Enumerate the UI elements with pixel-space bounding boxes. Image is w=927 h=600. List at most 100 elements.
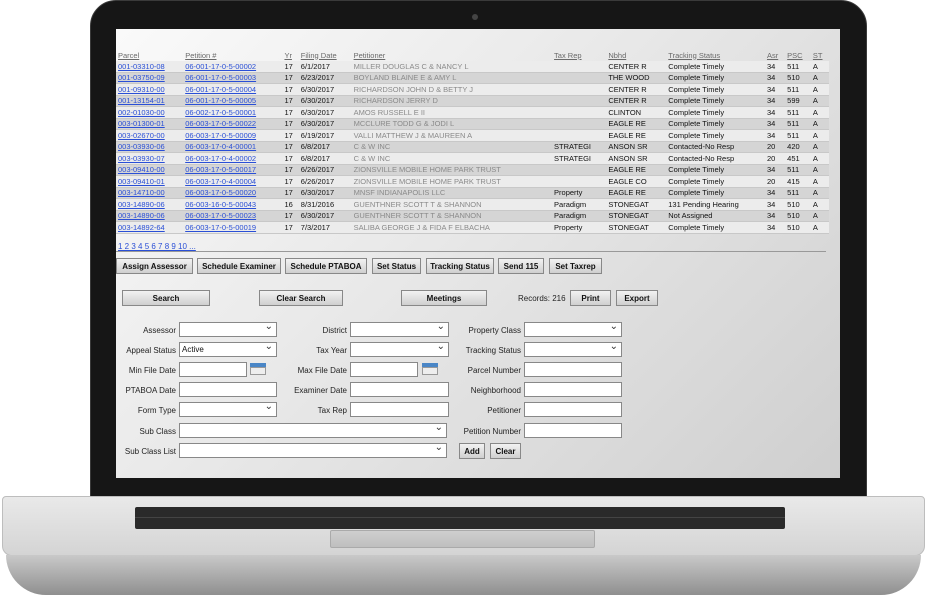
form-type-select[interactable] xyxy=(179,400,277,417)
assign-assessor-button[interactable]: Assign Assessor xyxy=(116,258,193,274)
calendar-icon[interactable] xyxy=(250,363,266,375)
table-cell: 20 xyxy=(764,152,786,165)
petition-link[interactable]: 06-003-17-0-5-00020 xyxy=(183,187,283,199)
petition-link[interactable]: 06-003-16-0-5-00043 xyxy=(183,198,283,211)
column-header[interactable]: Tracking Status xyxy=(666,49,765,61)
sub-class-select[interactable] xyxy=(179,421,447,438)
schedule-examiner-button[interactable]: Schedule Examiner xyxy=(197,258,281,274)
table-row[interactable]: 003-03930-06 06-003-17-0-4-00001 17 6/8/201… xyxy=(116,141,829,153)
examiner-date-input[interactable] xyxy=(350,382,449,397)
parcel-link[interactable]: 003-14892-64 xyxy=(116,221,184,234)
district-select[interactable] xyxy=(350,320,449,337)
table-row[interactable]: 003-01300-01 06-003-17-0-5-00022 17 6/30/20… xyxy=(116,118,829,130)
table-cell: CLINTON xyxy=(606,106,667,119)
column-header[interactable]: Nbhd xyxy=(606,49,666,61)
parcel-link[interactable]: 003-14890-06 xyxy=(116,210,184,222)
parcel-link[interactable]: 001-13154-01 xyxy=(116,95,184,107)
clear-search-button[interactable]: Clear Search xyxy=(259,290,343,306)
tax-year-select[interactable] xyxy=(350,340,449,357)
property-class-select[interactable] xyxy=(524,320,622,337)
table-cell: 34 xyxy=(764,221,786,234)
parcel-link[interactable]: 003-09410-01 xyxy=(116,175,184,188)
petition-link[interactable]: 06-003-17-0-5-00023 xyxy=(183,210,283,222)
table-row[interactable]: 001-09310-00 06-001-17-0-5-00004 17 6/30/20… xyxy=(116,83,829,96)
petition-link[interactable]: 06-001-17-0-5-00005 xyxy=(183,95,283,107)
schedule-ptaboa-button[interactable]: Schedule PTABOA xyxy=(285,258,367,274)
parcel-link[interactable]: 003-14890-06 xyxy=(116,198,184,211)
table-row[interactable]: 003-03930-07 06-003-17-0-4-00002 17 6/8/201… xyxy=(116,152,829,165)
parcel-link[interactable]: 003-02670-00 xyxy=(116,129,184,142)
assessor-select[interactable] xyxy=(179,320,277,337)
tracking-status-button[interactable]: Tracking Status xyxy=(426,258,494,274)
min-file-date-input[interactable] xyxy=(179,362,247,377)
petition-link[interactable]: 06-003-17-0-5-00009 xyxy=(183,129,283,142)
petition-link[interactable]: 06-003-17-0-5-00017 xyxy=(183,164,283,176)
tracking-status-select[interactable] xyxy=(524,340,622,357)
parcel-link[interactable]: 003-09410-00 xyxy=(116,164,184,176)
table-cell: 511 xyxy=(785,61,811,73)
appeal-status-select[interactable]: Active xyxy=(179,340,277,357)
column-header[interactable]: Asr xyxy=(765,49,785,61)
meetings-button[interactable]: Meetings xyxy=(401,290,487,306)
column-header[interactable]: Petition # xyxy=(183,49,282,61)
send-115-button[interactable]: Send 115 xyxy=(498,258,544,274)
table-row[interactable]: 002-01030-00 06-002-17-0-5-00001 17 6/30/20… xyxy=(116,106,829,119)
petition-link[interactable]: 06-001-17-0-5-00003 xyxy=(183,72,283,84)
table-row[interactable]: 003-02670-00 06-003-17-0-5-00009 17 6/19/20… xyxy=(116,129,829,142)
petition-link[interactable]: 06-003-17-0-4-00004 xyxy=(183,175,283,188)
parcel-link[interactable]: 001-03750-09 xyxy=(116,72,184,84)
parcel-link[interactable]: 001-09310-00 xyxy=(116,83,184,96)
column-header[interactable]: Yr xyxy=(282,49,298,61)
ptaboa-date-input[interactable] xyxy=(179,382,277,397)
petition-link[interactable]: 06-003-17-0-4-00002 xyxy=(183,152,283,165)
parcel-link[interactable]: 001-03310-08 xyxy=(116,61,184,73)
table-cell: SALIBA GEORGE J & FIDA F ELBACHA xyxy=(351,221,553,234)
parcel-link[interactable]: 003-03930-07 xyxy=(116,152,184,165)
search-button[interactable]: Search xyxy=(122,290,210,306)
export-button[interactable]: Export xyxy=(616,290,658,306)
parcel-number-input[interactable] xyxy=(524,362,622,377)
set-status-button[interactable]: Set Status xyxy=(372,258,421,274)
table-row[interactable]: 001-03310-08 06-001-17-0-5-00002 17 6/1/201… xyxy=(116,61,829,73)
table-row[interactable]: 003-14890-06 06-003-17-0-5-00023 17 6/30/20… xyxy=(116,210,829,222)
parcel-link[interactable]: 003-14710-00 xyxy=(116,187,184,199)
add-button[interactable]: Add xyxy=(459,443,485,459)
table-cell: 17 xyxy=(282,164,299,176)
petition-link[interactable]: 06-003-17-0-5-00022 xyxy=(183,118,283,130)
print-button[interactable]: Print xyxy=(570,290,611,306)
table-row[interactable]: 003-09410-01 06-003-17-0-4-00004 17 6/26/20… xyxy=(116,175,829,188)
table-row[interactable]: 003-14890-06 06-003-16-0-5-00043 16 8/31/20… xyxy=(116,198,829,211)
neighborhood-input[interactable] xyxy=(524,382,622,397)
column-header[interactable]: Filing Date xyxy=(299,49,352,61)
parcel-link[interactable]: 002-01030-00 xyxy=(116,106,184,119)
column-header[interactable]: Parcel xyxy=(116,49,183,61)
max-file-date-input[interactable] xyxy=(350,362,418,377)
tax-rep-input[interactable] xyxy=(350,402,449,417)
petition-link[interactable]: 06-002-17-0-5-00001 xyxy=(183,106,283,119)
column-header[interactable]: PSC xyxy=(785,49,811,61)
petition-number-input[interactable] xyxy=(524,423,622,438)
parcel-link[interactable]: 003-03930-06 xyxy=(116,141,184,153)
column-header[interactable]: ST xyxy=(811,49,829,61)
table-cell: Paradigm xyxy=(552,198,607,211)
parcel-link[interactable]: 003-01300-01 xyxy=(116,118,184,130)
sub-class-list-select[interactable] xyxy=(179,441,447,458)
column-header[interactable]: Petitioner xyxy=(352,49,552,61)
table-row[interactable]: 001-13154-01 06-001-17-0-5-00005 17 6/30/20… xyxy=(116,95,829,107)
petition-link[interactable]: 06-001-17-0-5-00004 xyxy=(183,83,283,96)
petitioner-input[interactable] xyxy=(524,402,622,417)
clear-button[interactable]: Clear xyxy=(490,443,521,459)
table-row[interactable]: 003-14710-00 06-003-17-0-5-00020 17 6/30/20… xyxy=(116,187,829,199)
table-row[interactable]: 003-14892-64 06-003-17-0-5-00019 17 7/3/201… xyxy=(116,221,829,234)
table-cell xyxy=(552,164,607,176)
column-header[interactable]: Tax Rep xyxy=(552,49,606,61)
set-taxrep-button[interactable]: Set Taxrep xyxy=(549,258,602,274)
petition-link[interactable]: 06-003-17-0-4-00001 xyxy=(183,141,283,153)
table-row[interactable]: 001-03750-09 06-001-17-0-5-00003 17 6/23/20… xyxy=(116,72,829,84)
pagination[interactable]: 1 2 3 4 5 6 7 8 9 10 ... xyxy=(118,242,196,251)
table-cell xyxy=(552,95,607,107)
table-row[interactable]: 003-09410-00 06-003-17-0-5-00017 17 6/26/20… xyxy=(116,164,829,176)
calendar-icon[interactable] xyxy=(422,363,438,375)
petition-link[interactable]: 06-003-17-0-5-00019 xyxy=(183,221,283,234)
petition-link[interactable]: 06-001-17-0-5-00002 xyxy=(183,61,283,73)
